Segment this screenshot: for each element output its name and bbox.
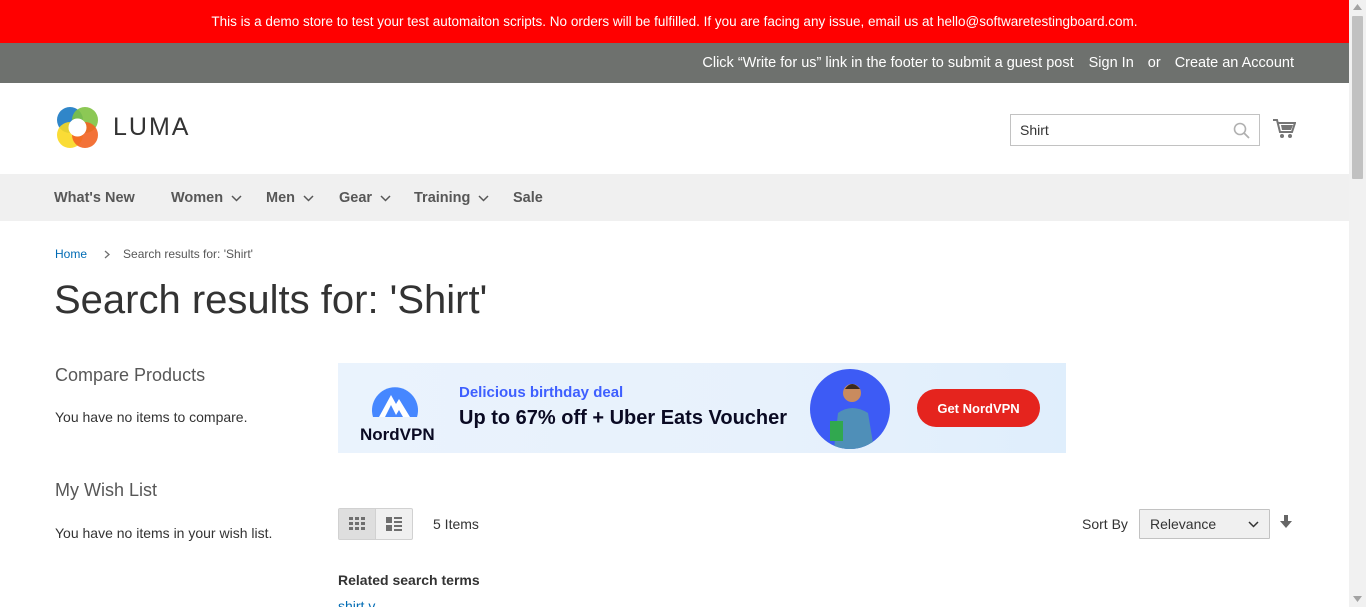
ad-person-image (810, 369, 890, 449)
nav-item-sale[interactable]: Sale (513, 190, 543, 206)
chevron-down-icon (1248, 521, 1259, 528)
chevron-down-icon (478, 194, 489, 202)
nav-item-label: Men (266, 190, 295, 206)
nav-item-label: Women (171, 190, 224, 206)
scroll-thumb[interactable] (1352, 16, 1363, 179)
chevron-down-icon (303, 194, 314, 202)
compare-products-empty-text: You have no items to compare. (55, 409, 248, 425)
related-search-terms-title: Related search terms (338, 572, 480, 588)
breadcrumb-current: Search results for: 'Shirt' (123, 247, 253, 261)
grid-icon (348, 517, 365, 530)
list-icon (385, 517, 402, 531)
grid-view-button[interactable] (339, 509, 376, 539)
nav-item-label: Gear (339, 190, 373, 206)
nav-item-label: What's New (54, 190, 135, 206)
nav-item-label: Training (414, 190, 471, 206)
nav-item-label: Sale (513, 190, 543, 206)
demo-notice-banner: This is a demo store to test your test a… (0, 0, 1349, 43)
search-box (1010, 114, 1260, 146)
nav-item-women[interactable]: Women (171, 190, 242, 206)
chevron-right-icon (104, 250, 111, 258)
ad-headline: Up to 67% off + Uber Eats Voucher (459, 407, 788, 429)
nav-item-men[interactable]: Men (266, 190, 314, 206)
nav-item-gear[interactable]: Gear (339, 190, 391, 206)
chevron-down-icon (380, 194, 391, 202)
create-account-link[interactable]: Create an Account (1175, 55, 1294, 71)
scroll-up-icon[interactable] (1353, 4, 1362, 10)
page-scrollbar[interactable] (1349, 0, 1366, 607)
logo[interactable]: LUMA (55, 105, 190, 150)
header-panel: Click “Write for us” link in the footer … (0, 43, 1349, 83)
list-view-button[interactable] (376, 509, 413, 539)
chevron-down-icon (231, 194, 242, 202)
page-title: Search results for: 'Shirt' (54, 278, 488, 322)
or-text: or (1147, 55, 1161, 71)
nordvpn-logo-icon (372, 387, 418, 417)
search-input[interactable] (1011, 115, 1221, 145)
logo-text: LUMA (113, 113, 191, 141)
view-mode-switcher (338, 508, 413, 540)
nav-item-whats-new[interactable]: What's New (54, 190, 135, 206)
guest-post-notice: Click “Write for us” link in the footer … (702, 55, 1074, 71)
sort-by-select[interactable]: Relevance (1139, 509, 1270, 539)
wish-list-title: My Wish List (55, 480, 158, 500)
related-search-term-link[interactable]: shirt v (338, 598, 375, 607)
compare-products-title: Compare Products (55, 365, 206, 385)
breadcrumb: Home Search results for: 'Shirt' (55, 247, 253, 261)
arrow-down-icon[interactable] (1280, 515, 1292, 529)
sign-in-link[interactable]: Sign In (1089, 55, 1134, 71)
scroll-down-icon[interactable] (1353, 596, 1362, 602)
nordvpn-ad-banner[interactable]: NordVPN Delicious birthday deal Up to 67… (338, 363, 1066, 453)
sort-by-label: Sort By (1082, 516, 1128, 532)
ad-brand-name: NordVPN (360, 425, 435, 444)
luma-logo-icon (57, 107, 98, 148)
wish-list-empty-text: You have no items in your wish list. (55, 525, 273, 541)
items-count: 5 Items (433, 516, 479, 532)
header-main: LUMA (0, 83, 1349, 174)
get-nordvpn-button[interactable]: Get NordVPN (917, 389, 1040, 427)
cart-icon[interactable] (1272, 118, 1296, 140)
sort-by-value: Relevance (1150, 516, 1217, 532)
breadcrumb-home-link[interactable]: Home (55, 247, 87, 261)
search-icon[interactable] (1233, 122, 1250, 139)
demo-notice-text: This is a demo store to test your test a… (211, 14, 1138, 29)
main-nav: What's New Women Men Gear Training Sale (0, 174, 1349, 221)
nav-item-training[interactable]: Training (414, 190, 489, 206)
ad-subheading: Delicious birthday deal (459, 384, 624, 401)
